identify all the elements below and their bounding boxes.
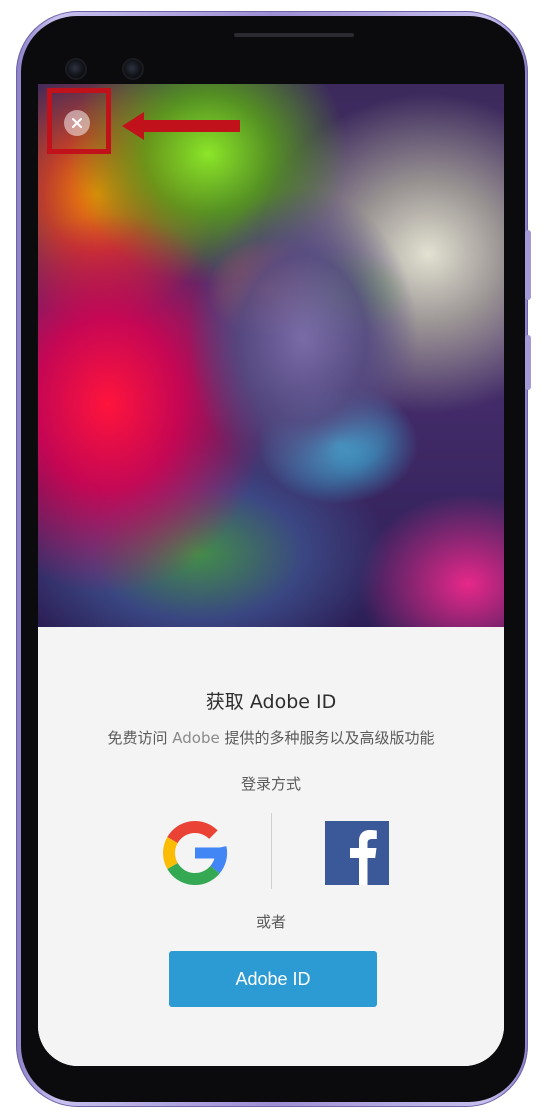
power-button (525, 335, 531, 390)
page-title: 获取 Adobe ID (38, 687, 504, 714)
sign-in-panel: 获取 Adobe ID 免费访问 Adobe 提供的多种服务以及高级版功能 登录… (38, 627, 504, 1066)
subtitle-after: 提供的多种服务以及高级版功能 (224, 729, 435, 747)
earpiece-speaker (234, 33, 354, 37)
or-separator-label: 或者 (255, 913, 286, 931)
arrow-left-icon (122, 112, 240, 140)
highlight-box (47, 88, 111, 154)
facebook-icon (350, 830, 377, 885)
app-screen: 获取 Adobe ID 免费访问 Adobe 提供的多种服务以及高级版功能 登录… (38, 84, 504, 1066)
subtitle-before: 免费访问 (107, 729, 168, 747)
login-method-label: 登录方式 (240, 775, 301, 793)
volume-button (525, 230, 531, 300)
facebook-sign-in-button[interactable] (325, 821, 389, 885)
title-name: Adobe ID (249, 691, 337, 713)
front-camera-left (67, 60, 85, 78)
page-subtitle: 免费访问 Adobe 提供的多种服务以及高级版功能 (38, 727, 504, 748)
adobe-id-sign-in-button[interactable]: Adobe ID (169, 951, 377, 1007)
social-divider (271, 813, 272, 889)
google-icon (163, 821, 228, 885)
front-camera-right (124, 60, 142, 78)
google-sign-in-button[interactable] (162, 820, 228, 886)
hero-image (38, 84, 504, 627)
subtitle-brand: Adobe (172, 729, 220, 747)
title-prefix: 获取 (205, 691, 244, 713)
